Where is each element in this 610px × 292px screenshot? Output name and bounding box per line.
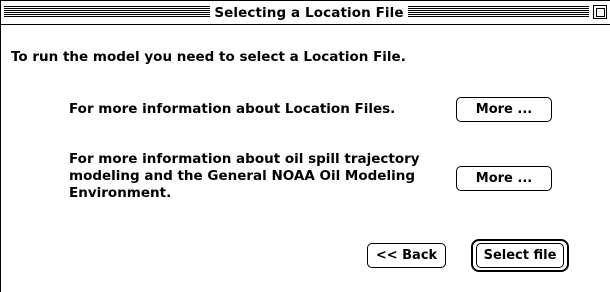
zoom-box-icon[interactable] — [593, 5, 607, 19]
location-files-info-text: For more information about Location File… — [69, 101, 396, 117]
more-oil-spill-button[interactable]: More ... — [456, 166, 552, 191]
intro-text: To run the model you need to select a Lo… — [11, 49, 406, 65]
title-bar[interactable]: Selecting a Location File — [1, 1, 610, 25]
dialog-window: Selecting a Location File To run the mod… — [0, 0, 610, 292]
more-location-files-button[interactable]: More ... — [456, 97, 552, 122]
window-title: Selecting a Location File — [214, 5, 404, 21]
title-bar-stripes-right — [408, 6, 589, 18]
select-file-button[interactable]: Select file — [476, 243, 564, 268]
back-button[interactable]: << Back — [367, 243, 446, 268]
oil-spill-info-text: For more information about oil spill tra… — [69, 151, 420, 201]
title-bar-stripes-left — [4, 6, 210, 18]
